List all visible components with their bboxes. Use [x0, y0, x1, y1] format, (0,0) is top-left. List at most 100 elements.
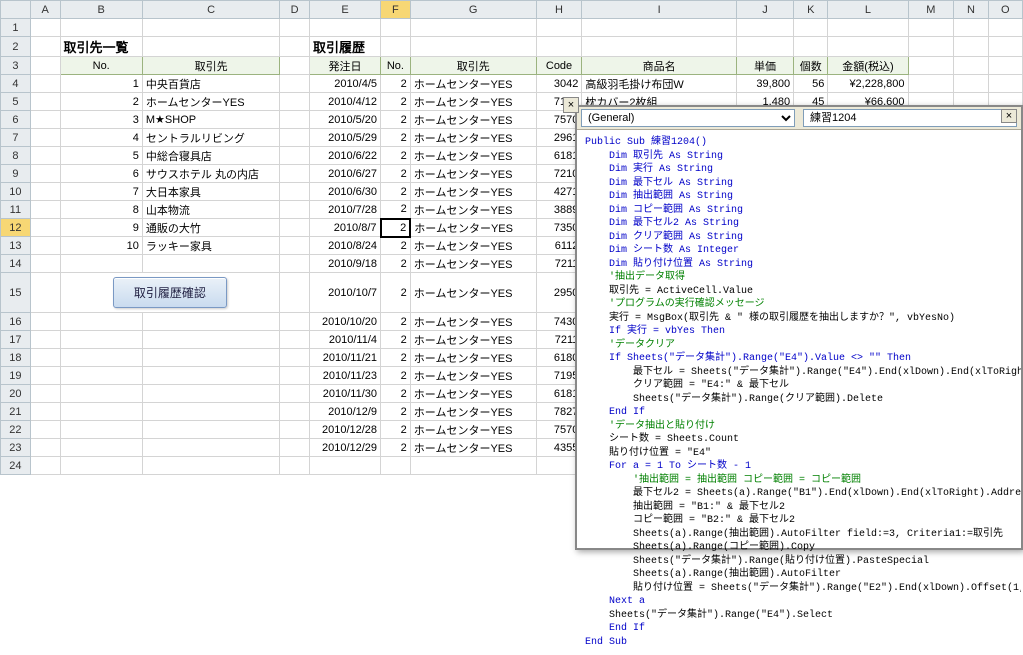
cell[interactable] — [280, 183, 310, 201]
cell[interactable]: 2010/5/20 — [310, 111, 381, 129]
cell[interactable] — [280, 57, 310, 75]
cell[interactable] — [280, 111, 310, 129]
cell[interactable] — [794, 37, 828, 57]
cell[interactable]: 高級羽毛掛け布団W — [582, 75, 736, 93]
cell[interactable] — [142, 331, 279, 349]
row-header[interactable]: 11 — [1, 201, 31, 219]
cell[interactable]: 5 — [60, 147, 142, 165]
cell[interactable]: 2010/12/9 — [310, 403, 381, 421]
cell[interactable] — [736, 19, 793, 37]
cell[interactable]: 2 — [381, 111, 411, 129]
cell[interactable]: No. — [60, 57, 142, 75]
cell[interactable] — [280, 237, 310, 255]
cell[interactable]: 取引履歴 — [310, 37, 381, 57]
cell[interactable] — [988, 19, 1022, 37]
row-header[interactable]: 17 — [1, 331, 31, 349]
cell[interactable] — [908, 19, 954, 37]
cell[interactable] — [280, 313, 310, 331]
cell[interactable] — [280, 367, 310, 385]
cell[interactable]: 金額(税込) — [828, 57, 908, 75]
cell[interactable] — [988, 57, 1022, 75]
cell[interactable]: 2 — [381, 273, 411, 313]
cell[interactable]: 8 — [60, 201, 142, 219]
cell[interactable] — [60, 421, 142, 439]
cell[interactable]: 単価 — [736, 57, 793, 75]
cell[interactable] — [410, 19, 536, 37]
cell[interactable] — [142, 367, 279, 385]
row-header[interactable]: 21 — [1, 403, 31, 421]
cell[interactable] — [582, 19, 736, 37]
cell[interactable] — [280, 439, 310, 457]
cell[interactable] — [30, 255, 60, 273]
cell[interactable]: 通販の大竹 — [142, 219, 279, 237]
cell[interactable]: ホームセンターYES — [410, 349, 536, 367]
cell[interactable]: 2010/12/29 — [310, 439, 381, 457]
row-header[interactable]: 7 — [1, 129, 31, 147]
cell[interactable] — [30, 183, 60, 201]
cell[interactable]: 56 — [794, 75, 828, 93]
cell[interactable] — [280, 201, 310, 219]
close-icon[interactable]: × — [1001, 109, 1017, 123]
cell[interactable] — [142, 37, 279, 57]
cell[interactable]: ホームセンターYES — [410, 93, 536, 111]
cell[interactable] — [908, 57, 954, 75]
cell[interactable] — [794, 19, 828, 37]
cell[interactable]: 2 — [381, 93, 411, 111]
cell[interactable]: ホームセンターYES — [410, 75, 536, 93]
cell[interactable]: 39,800 — [736, 75, 793, 93]
cell[interactable]: 2010/10/7 — [310, 273, 381, 313]
cell[interactable] — [280, 147, 310, 165]
cell[interactable]: 2010/9/18 — [310, 255, 381, 273]
cell[interactable] — [310, 457, 381, 475]
cell[interactable] — [908, 75, 954, 93]
row-header[interactable]: 24 — [1, 457, 31, 475]
cell[interactable] — [60, 313, 142, 331]
column-header[interactable]: F — [381, 1, 411, 19]
cell[interactable]: ホームセンターYES — [410, 439, 536, 457]
cell[interactable] — [142, 255, 279, 273]
cell[interactable] — [30, 421, 60, 439]
cell[interactable] — [30, 75, 60, 93]
cell[interactable]: ホームセンターYES — [410, 147, 536, 165]
column-header[interactable]: O — [988, 1, 1022, 19]
cell[interactable] — [736, 37, 793, 57]
cell[interactable]: 中総合寝具店 — [142, 147, 279, 165]
cell[interactable] — [280, 385, 310, 403]
row-header[interactable]: 9 — [1, 165, 31, 183]
row-header[interactable]: 19 — [1, 367, 31, 385]
cell[interactable]: 2010/11/21 — [310, 349, 381, 367]
cell[interactable]: 2 — [381, 75, 411, 93]
cell[interactable] — [60, 19, 142, 37]
cell[interactable]: 2 — [381, 147, 411, 165]
row-header[interactable]: 12 — [1, 219, 31, 237]
cell[interactable]: 2010/11/4 — [310, 331, 381, 349]
cell[interactable] — [30, 237, 60, 255]
cell[interactable] — [60, 367, 142, 385]
cell[interactable]: 6 — [60, 165, 142, 183]
row-header[interactable]: 20 — [1, 385, 31, 403]
cell[interactable]: 中央百貨店 — [142, 75, 279, 93]
vbe-window[interactable]: × (General) 練習1204 × Public Sub 練習1204()… — [575, 105, 1023, 550]
vbe-object-dropdown[interactable]: (General) — [581, 109, 795, 127]
cell[interactable]: 2 — [381, 183, 411, 201]
cell[interactable]: 2 — [381, 403, 411, 421]
cell[interactable]: 1 — [60, 75, 142, 93]
cell[interactable] — [30, 313, 60, 331]
cell[interactable]: 2 — [381, 331, 411, 349]
row-header[interactable]: 23 — [1, 439, 31, 457]
column-header[interactable]: E — [310, 1, 381, 19]
cell[interactable]: 2 — [381, 313, 411, 331]
cell[interactable]: 2010/11/23 — [310, 367, 381, 385]
cell[interactable] — [536, 19, 582, 37]
cell[interactable]: ホームセンターYES — [410, 313, 536, 331]
cell[interactable] — [280, 457, 310, 475]
cell[interactable] — [280, 75, 310, 93]
cell[interactable]: ホームセンターYES — [410, 273, 536, 313]
cell[interactable] — [142, 313, 279, 331]
cell[interactable]: 取引先 — [410, 57, 536, 75]
cell[interactable]: 2010/6/30 — [310, 183, 381, 201]
cell[interactable]: 2010/6/27 — [310, 165, 381, 183]
cell[interactable]: ホームセンターYES — [410, 111, 536, 129]
column-header[interactable]: A — [30, 1, 60, 19]
cell[interactable] — [30, 219, 60, 237]
